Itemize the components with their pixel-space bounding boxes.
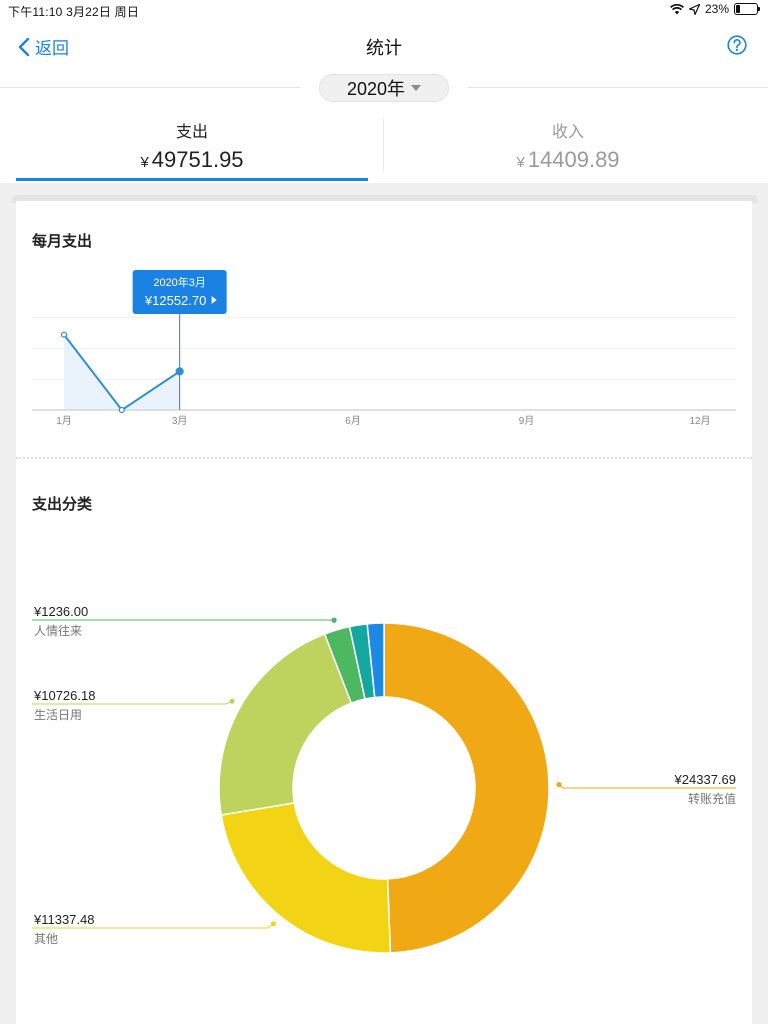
monthly-expense-title: 每月支出	[32, 230, 92, 251]
line-point	[62, 332, 67, 337]
x-tick-label: 6月	[345, 415, 361, 427]
section-divider	[16, 457, 752, 459]
year-divider-right	[468, 87, 768, 88]
x-tick-label: 1月	[56, 415, 72, 427]
tab-expense-label: 支出	[16, 118, 368, 142]
income-total: 14409.89	[528, 147, 620, 172]
donut-slice[interactable]	[384, 623, 549, 953]
status-time-date: 下午11:10 3月22日 周日	[8, 3, 139, 20]
caret-down-icon	[411, 85, 421, 92]
tab-expense-amount: ¥49751.95	[16, 147, 368, 173]
monthly-line-chart[interactable]: 1月 3月 6月 9月 12月 2020年3月 ¥12552.70	[16, 262, 752, 437]
x-tick-label: 12月	[689, 415, 710, 427]
tab-income-amount: ¥14409.89	[392, 147, 744, 173]
line-point	[119, 408, 124, 413]
x-tick-label: 3月	[172, 415, 188, 427]
tab-income-label: 收入	[392, 118, 744, 142]
slice-name: 生活日用	[34, 708, 82, 722]
category-donut-chart[interactable]: ¥24337.69 转账充值 ¥11337.48 其他 ¥10726.18 生活日用 ¥12…	[0, 540, 768, 1024]
year-value: 2020年	[347, 75, 405, 101]
expense-total: 49751.95	[152, 147, 244, 172]
tab-divider	[383, 118, 384, 172]
slice-name: 其他	[34, 932, 58, 946]
status-bar: 下午11:10 3月22日 周日 23%	[0, 0, 768, 20]
slice-amount: ¥11337.48	[33, 912, 95, 927]
tab-expense[interactable]: 支出 ¥49751.95	[16, 110, 368, 180]
tooltip-month: 2020年3月	[153, 275, 206, 289]
tooltip-value: ¥12552.70	[144, 293, 206, 308]
battery-icon	[734, 3, 758, 15]
status-right-group: 23%	[670, 2, 758, 16]
year-row: 2020年	[0, 72, 768, 104]
tab-income[interactable]: 收入 ¥14409.89	[392, 110, 744, 180]
donut-slice[interactable]	[221, 803, 390, 953]
nav-bar: 返回 统计	[0, 22, 768, 68]
currency-symbol: ¥	[516, 154, 524, 171]
slice-name: 人情往来	[34, 623, 82, 638]
year-divider-left	[0, 87, 300, 88]
type-tabs: 支出 ¥49751.95 收入 ¥14409.89	[0, 110, 768, 182]
line-point	[176, 368, 183, 375]
donut-slices	[219, 623, 549, 953]
x-axis-ticks: 1月 3月 6月 9月 12月	[56, 415, 710, 427]
chart-tooltip: 2020年3月 ¥12552.70	[133, 270, 227, 314]
tab-active-indicator	[16, 178, 368, 181]
category-expense-title: 支出分类	[32, 493, 92, 514]
slice-amount: ¥10726.18	[33, 688, 95, 703]
x-tick-label: 9月	[519, 415, 535, 427]
page-title: 统计	[0, 34, 768, 60]
battery-percent: 23%	[705, 2, 729, 16]
slice-name: 转账充值	[688, 791, 736, 806]
location-arrow-icon	[689, 4, 700, 15]
slice-amount: ¥1236.00	[33, 604, 88, 619]
help-icon[interactable]	[727, 35, 747, 55]
currency-symbol: ¥	[140, 154, 148, 171]
year-selector[interactable]: 2020年	[319, 74, 449, 102]
donut-slice[interactable]	[219, 634, 351, 815]
line-area-fill	[64, 335, 180, 410]
wifi-icon	[670, 4, 684, 15]
chart-grid	[32, 318, 736, 380]
slice-amount: ¥24337.69	[674, 772, 736, 787]
